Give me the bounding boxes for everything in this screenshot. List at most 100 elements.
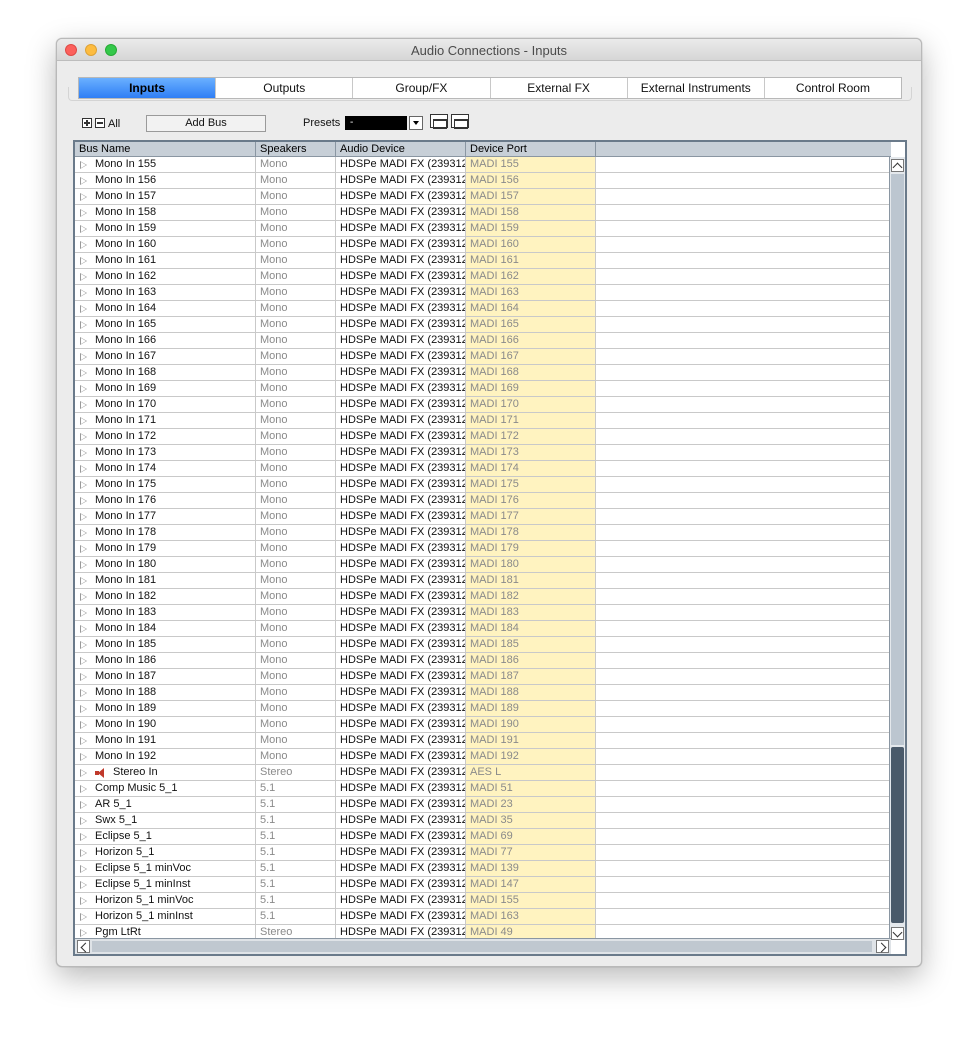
expand-triangle-icon[interactable]: [80, 592, 87, 601]
table-row[interactable]: Mono In 155 Mono HDSPe MADI FX (239312 MADI…: [75, 157, 891, 173]
device-port-cell[interactable]: MADI 174: [466, 461, 596, 476]
audio-device-cell[interactable]: HDSPe MADI FX (239312: [336, 653, 466, 668]
table-row[interactable]: Mono In 190 Mono HDSPe MADI FX (239312 MADI…: [75, 717, 891, 733]
table-row[interactable]: Mono In 166 Mono HDSPe MADI FX (239312 MADI…: [75, 333, 891, 349]
expand-triangle-icon[interactable]: [80, 656, 87, 665]
table-row[interactable]: Mono In 159 Mono HDSPe MADI FX (239312 MADI…: [75, 221, 891, 237]
device-port-cell[interactable]: MADI 159: [466, 221, 596, 236]
expand-triangle-icon[interactable]: [80, 480, 87, 489]
table-row[interactable]: Mono In 178 Mono HDSPe MADI FX (239312 MADI…: [75, 525, 891, 541]
table-row[interactable]: AR 5_1 5.1 HDSPe MADI FX (239312 MADI 23: [75, 797, 891, 813]
table-row[interactable]: Mono In 184 Mono HDSPe MADI FX (239312 MADI…: [75, 621, 891, 637]
audio-device-cell[interactable]: HDSPe MADI FX (239312: [336, 797, 466, 812]
bus-name-cell[interactable]: Mono In 192: [75, 749, 256, 764]
table-row[interactable]: Mono In 182 Mono HDSPe MADI FX (239312 MADI…: [75, 589, 891, 605]
table-row[interactable]: Swx 5_1 5.1 HDSPe MADI FX (239312 MADI 35: [75, 813, 891, 829]
device-port-cell[interactable]: MADI 161: [466, 253, 596, 268]
bus-name-cell[interactable]: Mono In 163: [75, 285, 256, 300]
bus-name-cell[interactable]: Horizon 5_1 minInst: [75, 909, 256, 924]
device-port-cell[interactable]: MADI 162: [466, 269, 596, 284]
device-port-cell[interactable]: MADI 155: [466, 893, 596, 908]
device-port-cell[interactable]: MADI 182: [466, 589, 596, 604]
tab-control-room[interactable]: Control Room: [763, 78, 901, 98]
audio-device-cell[interactable]: HDSPe MADI FX (239312: [336, 877, 466, 892]
scroll-down-icon[interactable]: [891, 927, 904, 940]
collapse-all-icon[interactable]: [95, 118, 105, 128]
device-port-cell[interactable]: MADI 178: [466, 525, 596, 540]
tab-outputs[interactable]: Outputs: [215, 78, 352, 98]
bus-name-cell[interactable]: Mono In 169: [75, 381, 256, 396]
device-port-cell[interactable]: MADI 188: [466, 685, 596, 700]
bus-name-cell[interactable]: Comp Music 5_1: [75, 781, 256, 796]
audio-device-cell[interactable]: HDSPe MADI FX (239312: [336, 221, 466, 236]
table-row[interactable]: Mono In 173 Mono HDSPe MADI FX (239312 MADI…: [75, 445, 891, 461]
device-port-cell[interactable]: MADI 175: [466, 477, 596, 492]
audio-device-cell[interactable]: HDSPe MADI FX (239312: [336, 765, 466, 780]
device-port-cell[interactable]: AES L: [466, 765, 596, 780]
table-row[interactable]: Stereo In Stereo HDSPe MADI FX (239312 AES …: [75, 765, 891, 781]
expand-triangle-icon[interactable]: [80, 624, 87, 633]
bus-name-cell[interactable]: Mono In 167: [75, 349, 256, 364]
bus-name-cell[interactable]: Mono In 173: [75, 445, 256, 460]
table-row[interactable]: Mono In 168 Mono HDSPe MADI FX (239312 MADI…: [75, 365, 891, 381]
audio-device-cell[interactable]: HDSPe MADI FX (239312: [336, 573, 466, 588]
table-row[interactable]: Mono In 185 Mono HDSPe MADI FX (239312 MADI…: [75, 637, 891, 653]
expand-triangle-icon[interactable]: [80, 848, 87, 857]
expand-all-icon[interactable]: [82, 118, 92, 128]
audio-device-cell[interactable]: HDSPe MADI FX (239312: [336, 781, 466, 796]
table-row[interactable]: Eclipse 5_1 minInst 5.1 HDSPe MADI FX (239…: [75, 877, 891, 893]
device-port-cell[interactable]: MADI 157: [466, 189, 596, 204]
expand-triangle-icon[interactable]: [80, 528, 87, 537]
expand-triangle-icon[interactable]: [80, 768, 87, 777]
expand-triangle-icon[interactable]: [80, 816, 87, 825]
device-port-cell[interactable]: MADI 164: [466, 301, 596, 316]
bus-name-cell[interactable]: Mono In 158: [75, 205, 256, 220]
bus-name-cell[interactable]: Mono In 176: [75, 493, 256, 508]
bus-name-cell[interactable]: Mono In 188: [75, 685, 256, 700]
expand-triangle-icon[interactable]: [80, 160, 87, 169]
audio-device-cell[interactable]: HDSPe MADI FX (239312: [336, 541, 466, 556]
device-port-cell[interactable]: MADI 171: [466, 413, 596, 428]
table-row[interactable]: Horizon 5_1 5.1 HDSPe MADI FX (239312 MADI …: [75, 845, 891, 861]
device-port-cell[interactable]: MADI 187: [466, 669, 596, 684]
audio-device-cell[interactable]: HDSPe MADI FX (239312: [336, 637, 466, 652]
column-header-bus-name[interactable]: Bus Name: [75, 142, 256, 156]
audio-device-cell[interactable]: HDSPe MADI FX (239312: [336, 829, 466, 844]
table-row[interactable]: Mono In 157 Mono HDSPe MADI FX (239312 MADI…: [75, 189, 891, 205]
device-port-cell[interactable]: MADI 77: [466, 845, 596, 860]
audio-device-cell[interactable]: HDSPe MADI FX (239312: [336, 269, 466, 284]
audio-device-cell[interactable]: HDSPe MADI FX (239312: [336, 205, 466, 220]
device-port-cell[interactable]: MADI 163: [466, 285, 596, 300]
bus-name-cell[interactable]: Mono In 190: [75, 717, 256, 732]
table-row[interactable]: Mono In 189 Mono HDSPe MADI FX (239312 MADI…: [75, 701, 891, 717]
audio-device-cell[interactable]: HDSPe MADI FX (239312: [336, 493, 466, 508]
audio-device-cell[interactable]: HDSPe MADI FX (239312: [336, 509, 466, 524]
expand-triangle-icon[interactable]: [80, 448, 87, 457]
audio-device-cell[interactable]: HDSPe MADI FX (239312: [336, 285, 466, 300]
device-port-cell[interactable]: MADI 166: [466, 333, 596, 348]
device-port-cell[interactable]: MADI 23: [466, 797, 596, 812]
audio-device-cell[interactable]: HDSPe MADI FX (239312: [336, 253, 466, 268]
audio-device-cell[interactable]: HDSPe MADI FX (239312: [336, 173, 466, 188]
audio-device-cell[interactable]: HDSPe MADI FX (239312: [336, 397, 466, 412]
bus-name-cell[interactable]: Mono In 172: [75, 429, 256, 444]
audio-device-cell[interactable]: HDSPe MADI FX (239312: [336, 525, 466, 540]
bus-name-cell[interactable]: Mono In 160: [75, 237, 256, 252]
device-port-cell[interactable]: MADI 169: [466, 381, 596, 396]
audio-device-cell[interactable]: HDSPe MADI FX (239312: [336, 733, 466, 748]
audio-device-cell[interactable]: HDSPe MADI FX (239312: [336, 605, 466, 620]
device-port-cell[interactable]: MADI 51: [466, 781, 596, 796]
table-row[interactable]: Mono In 176 Mono HDSPe MADI FX (239312 MADI…: [75, 493, 891, 509]
scroll-up-icon[interactable]: [891, 159, 904, 172]
bus-name-cell[interactable]: Mono In 170: [75, 397, 256, 412]
table-row[interactable]: Mono In 165 Mono HDSPe MADI FX (239312 MADI…: [75, 317, 891, 333]
bus-name-cell[interactable]: Mono In 156: [75, 173, 256, 188]
audio-device-cell[interactable]: HDSPe MADI FX (239312: [336, 685, 466, 700]
device-port-cell[interactable]: MADI 139: [466, 861, 596, 876]
device-port-cell[interactable]: MADI 186: [466, 653, 596, 668]
expand-triangle-icon[interactable]: [80, 608, 87, 617]
expand-triangle-icon[interactable]: [80, 688, 87, 697]
bus-name-cell[interactable]: Mono In 171: [75, 413, 256, 428]
expand-triangle-icon[interactable]: [80, 736, 87, 745]
expand-triangle-icon[interactable]: [80, 400, 87, 409]
